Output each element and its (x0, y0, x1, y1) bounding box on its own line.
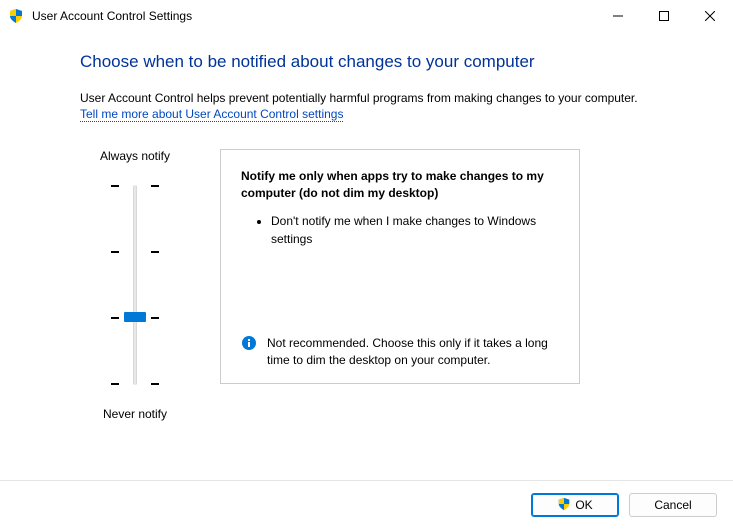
panel-bullet: Don't notify me when I make changes to W… (271, 213, 559, 248)
panel-footer: Not recommended. Choose this only if it … (241, 335, 559, 369)
slider-tick (111, 251, 159, 253)
cancel-button-label: Cancel (654, 498, 691, 512)
panel-list: Don't notify me when I make changes to W… (241, 213, 559, 248)
notification-slider[interactable] (110, 175, 160, 395)
shield-icon (8, 8, 24, 24)
footer-divider (0, 480, 733, 481)
titlebar: User Account Control Settings (0, 0, 733, 32)
page-heading: Choose when to be notified about changes… (80, 52, 718, 72)
info-icon (241, 335, 257, 351)
window-title: User Account Control Settings (32, 9, 595, 23)
ok-button-label: OK (575, 498, 592, 512)
slider-thumb[interactable] (124, 312, 146, 322)
window-controls (595, 0, 733, 32)
slider-track (133, 185, 137, 385)
learn-more-link[interactable]: Tell me more about User Account Control … (80, 107, 343, 122)
slider-column: Always notify Never notify (80, 149, 190, 421)
slider-top-label: Always notify (100, 149, 170, 163)
main-area: Always notify Never notify Notify me onl… (80, 149, 718, 421)
info-panel: Notify me only when apps try to make cha… (220, 149, 580, 384)
panel-footer-text: Not recommended. Choose this only if it … (267, 335, 559, 369)
slider-bottom-label: Never notify (103, 407, 167, 421)
description-text: User Account Control helps prevent poten… (80, 90, 718, 107)
button-row: OK Cancel (531, 493, 717, 517)
panel-title: Notify me only when apps try to make cha… (241, 168, 559, 202)
minimize-button[interactable] (595, 0, 641, 32)
slider-tick (111, 383, 159, 385)
close-button[interactable] (687, 0, 733, 32)
maximize-button[interactable] (641, 0, 687, 32)
content-area: Choose when to be notified about changes… (0, 32, 733, 421)
ok-button[interactable]: OK (531, 493, 619, 517)
slider-tick (111, 185, 159, 187)
shield-icon (557, 497, 571, 514)
cancel-button[interactable]: Cancel (629, 493, 717, 517)
